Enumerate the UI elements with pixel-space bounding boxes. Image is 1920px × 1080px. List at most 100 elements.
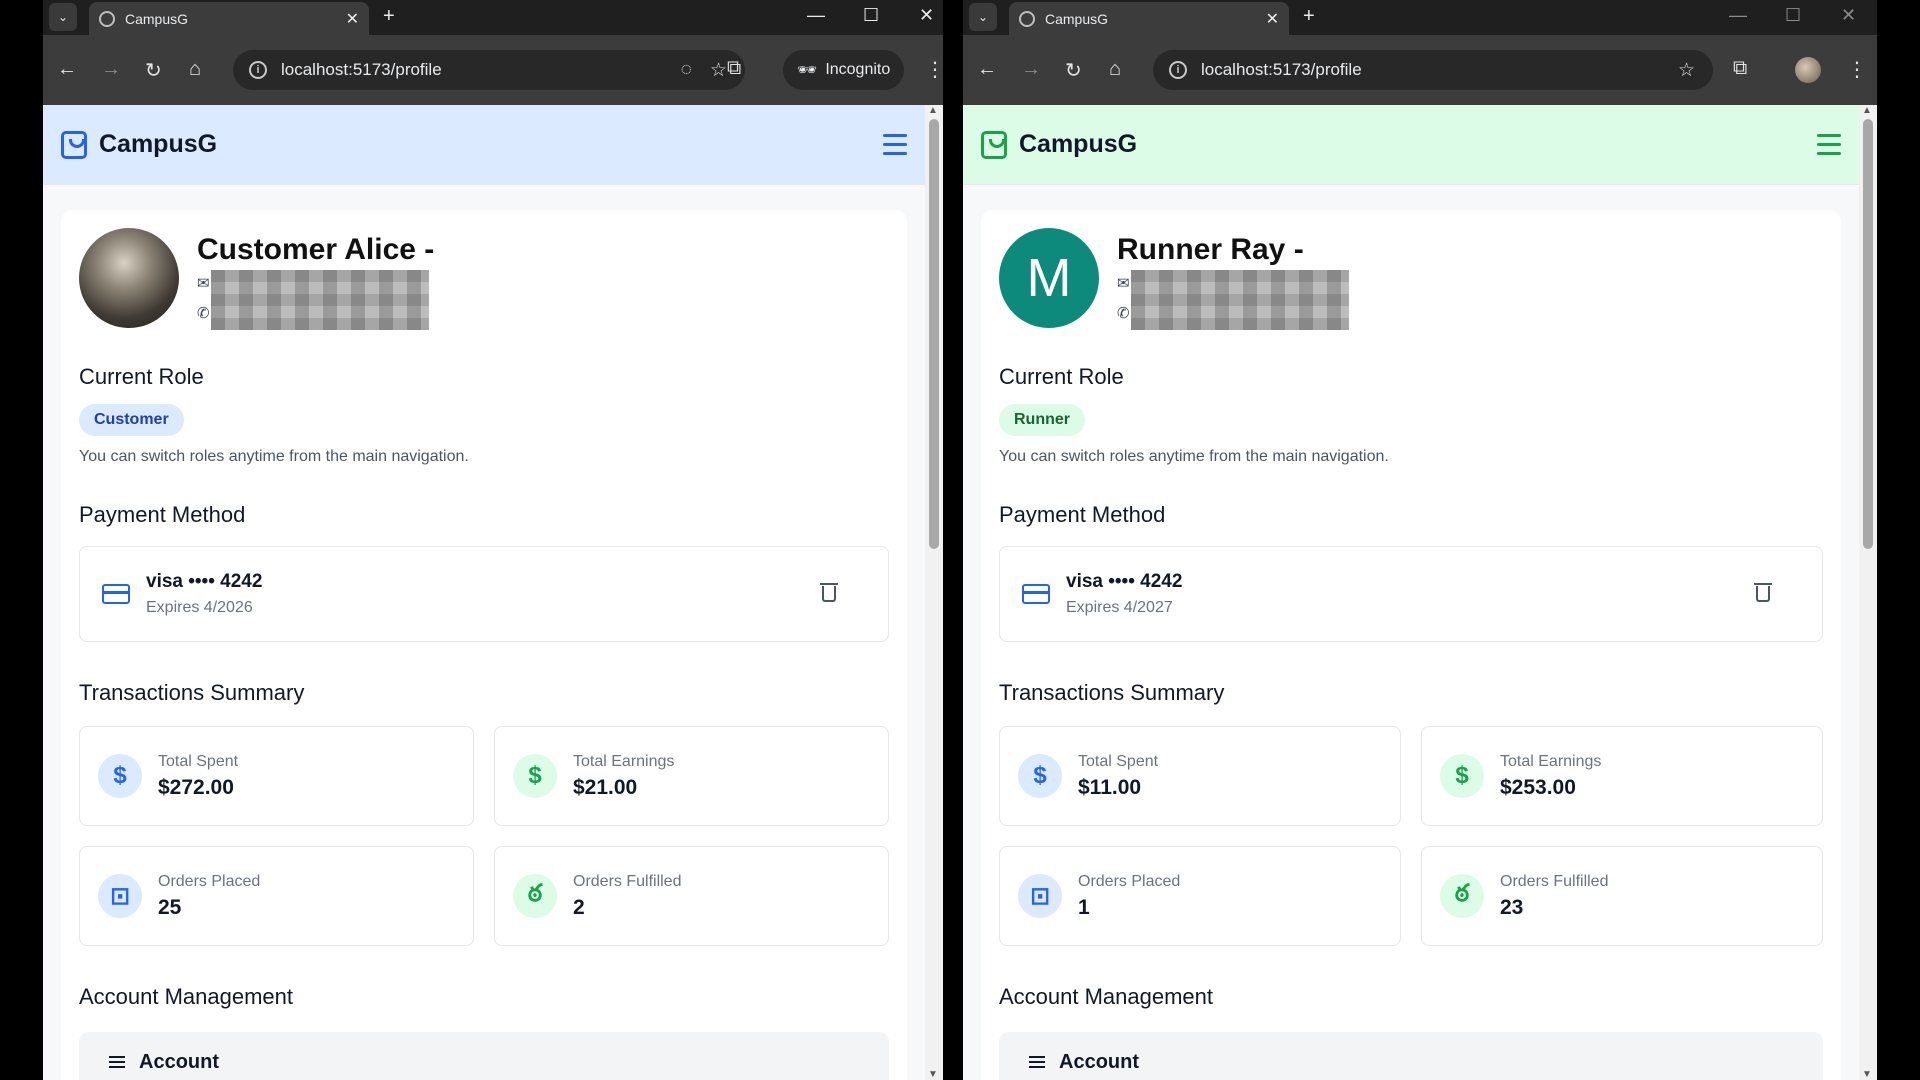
browser-window-incognito: ⌄ CampusG ✕ + — ☐ ✕ ← → ↻ ⌂ i localhost:… [43,0,943,1080]
minimize-button[interactable]: — [807,5,825,26]
forward-icon[interactable]: → [1021,58,1041,81]
tab-close-icon[interactable]: ✕ [346,9,359,29]
stat-total-spent: $ Total Spent $11.00 [999,726,1401,826]
profile-header: M Runner Ray - ✉ ✆ [999,228,1823,330]
scrollbar-thumb[interactable] [1863,119,1873,549]
site-info-icon[interactable]: i [1169,61,1187,79]
stats-grid: $ Total Spent $11.00 $ Total Earnings $253… [999,726,1823,946]
new-tab-button[interactable]: + [383,5,395,28]
globe-icon [99,10,115,27]
payment-card-item: visa •••• 4242 Expires 4/2027 [999,546,1823,642]
app-header: CampusG [963,105,1859,185]
incognito-indicator[interactable]: 🕶 Incognito [783,50,905,90]
trash-icon[interactable] [1754,583,1772,602]
account-label: Account [139,1050,219,1073]
url-text: localhost:5173/profile [1201,60,1362,79]
bike-icon: ఠ [513,874,557,918]
tab-strip: ⌄ CampusG ✕ + — ☐ ✕ [963,0,1877,35]
minimize-button[interactable]: — [1729,5,1747,26]
home-icon[interactable]: ⌂ [1109,58,1121,81]
browser-toolbar: ← → ↻ ⌂ i localhost:5173/profile ◌ ☆ ⧉ 🕶… [43,35,943,105]
scroll-up-icon[interactable]: ▲ [928,105,938,116]
shopping-bag-icon: ⊡ [1018,874,1062,918]
scroll-down-icon[interactable]: ▼ [928,1069,938,1080]
page-scrollbar[interactable]: ▲ ▼ [1859,105,1877,1080]
star-icon[interactable]: ☆ [1678,59,1695,82]
avatar [79,228,179,328]
browser-toolbar: ← → ↻ ⌂ i localhost:5173/profile ☆ ⧉ ⋮ [963,35,1877,105]
profile-avatar-icon[interactable] [1795,57,1821,83]
browser-tab[interactable]: CampusG ✕ [89,2,369,35]
star-icon[interactable]: ☆ [710,59,727,82]
scrollbar-thumb[interactable] [929,119,939,549]
brand-name[interactable]: CampusG [1019,130,1137,159]
browser-tab[interactable]: CampusG ✕ [1009,2,1289,35]
trash-icon[interactable] [820,583,838,602]
home-icon[interactable]: ⌂ [189,58,201,81]
browser-window: ⌄ CampusG ✕ + — ☐ ✕ ← → ↻ ⌂ i localhost:… [963,0,1877,1080]
current-role-heading: Current Role [999,364,1124,389]
stat-orders-placed: ⊡ Orders Placed 1 [999,846,1401,946]
account-accordion[interactable]: Account [999,1032,1823,1080]
dollar-icon: $ [1440,754,1484,798]
page-scrollbar[interactable]: ▲ ▼ [925,105,943,1080]
stat-label: Orders Placed [158,872,261,890]
kebab-menu-icon[interactable]: ⋮ [925,57,943,82]
maximize-button[interactable]: ☐ [863,5,879,26]
role-badge: Customer [79,404,184,436]
role-note: You can switch roles anytime from the ma… [999,448,1389,465]
transactions-heading: Transactions Summary [999,680,1225,705]
back-icon[interactable]: ← [57,58,77,81]
transactions-heading: Transactions Summary [79,680,305,705]
address-bar[interactable]: i localhost:5173/profile ☆ [1153,50,1713,90]
shopping-bag-icon: ⊡ [98,874,142,918]
stat-value: $11.00 [1078,775,1142,799]
payment-method-heading: Payment Method [999,502,1166,527]
card-expiry: Expires 4/2026 [146,599,253,616]
brand-name[interactable]: CampusG [99,130,217,159]
hamburger-menu-icon[interactable] [1817,134,1841,155]
account-label: Account [1059,1050,1139,1073]
shopping-bag-icon [61,130,87,159]
page-viewport: CampusG M Runner Ray - ✉ ✆ Current Role … [963,105,1859,1080]
reload-icon[interactable]: ↻ [1065,58,1082,83]
shopping-bag-icon [981,130,1007,159]
close-window-button[interactable]: ✕ [1841,5,1856,26]
stat-value: $21.00 [573,775,638,799]
extensions-icon[interactable]: ⧉ [1733,57,1747,80]
forward-icon[interactable]: → [101,58,121,81]
site-info-icon[interactable]: i [249,61,267,79]
stat-label: Orders Placed [1078,872,1181,890]
tab-close-icon[interactable]: ✕ [1266,9,1279,29]
kebab-menu-icon[interactable]: ⋮ [1847,57,1867,82]
bike-icon: ఠ [1440,874,1484,918]
credit-card-icon [102,584,130,604]
hamburger-menu-icon[interactable] [883,134,907,155]
extensions-icon[interactable]: ⧉ [727,57,741,80]
card-expiry: Expires 4/2027 [1066,599,1173,616]
scroll-up-icon[interactable]: ▲ [1862,105,1872,116]
avatar: M [999,228,1099,328]
stat-label: Total Earnings [573,752,675,770]
account-management-heading: Account Management [79,984,294,1009]
tab-search-button[interactable]: ⌄ [49,3,77,31]
role-badge: Runner [999,404,1085,436]
maximize-button[interactable]: ☐ [1785,5,1801,26]
tab-search-button[interactable]: ⌄ [969,3,997,31]
eye-off-icon[interactable]: ◌ [681,59,692,81]
stat-value: 2 [573,895,585,919]
credit-card-icon [1022,584,1050,604]
current-role-heading: Current Role [79,364,204,389]
menu-lines-icon [1029,1056,1045,1068]
tab-title: CampusG [1045,10,1109,27]
new-tab-button[interactable]: + [1303,5,1315,28]
scroll-down-icon[interactable]: ▼ [1862,1069,1872,1080]
back-icon[interactable]: ← [977,58,997,81]
account-accordion[interactable]: Account [79,1032,889,1080]
close-window-button[interactable]: ✕ [919,5,934,26]
address-bar[interactable]: i localhost:5173/profile ◌ ☆ [233,50,745,90]
profile-name: Runner Ray - [1117,233,1304,266]
stat-value: 23 [1500,895,1524,919]
stat-label: Orders Fulfilled [1500,872,1609,890]
reload-icon[interactable]: ↻ [145,58,162,83]
